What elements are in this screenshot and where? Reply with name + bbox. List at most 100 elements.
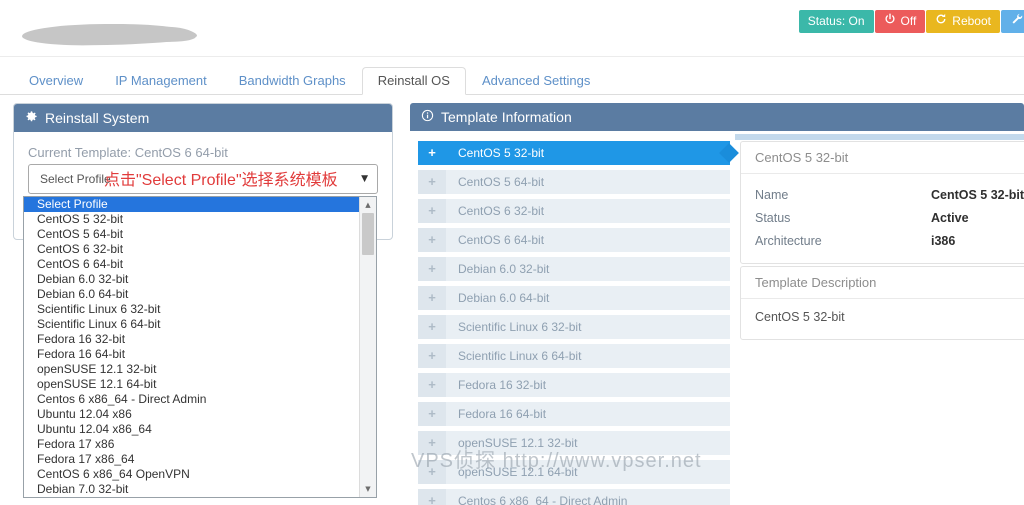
template-list-item[interactable]: + Debian 6.0 32-bit	[418, 257, 730, 281]
scroll-down-icon[interactable]: ▼	[360, 482, 376, 496]
tab[interactable]: Reinstall OS	[362, 67, 466, 95]
template-info-header: Template Information	[410, 103, 1024, 131]
template-list-item-label: Scientific Linux 6 64-bit	[446, 344, 730, 368]
reinstall-system-header: Reinstall System	[14, 104, 392, 132]
dropdown-option[interactable]: Centos 6 x86_64 - Direct Admin	[24, 392, 359, 407]
dropdown-option[interactable]: Fedora 17 x86_64	[24, 452, 359, 467]
power-off-button[interactable]: Off	[875, 10, 926, 33]
wrench-icon	[1011, 10, 1023, 33]
dropdown-option[interactable]: Scientific Linux 6 64-bit	[24, 317, 359, 332]
template-list-item-label: CentOS 5 32-bit	[446, 141, 730, 165]
status-on-button[interactable]: Status: On	[799, 10, 874, 33]
detail-row: Name CentOS 5 32-bit	[755, 183, 1024, 206]
dropdown-option-label: CentOS 5 32-bit	[37, 212, 123, 226]
template-details-card: CentOS 5 32-bit Name CentOS 5 32-bit Sta…	[740, 141, 1024, 264]
dropdown-option[interactable]: Select Profile	[24, 197, 359, 212]
status-on-label: Status: On	[808, 10, 865, 33]
plus-icon: +	[418, 402, 446, 426]
plus-icon: +	[418, 373, 446, 397]
template-list-item-label: openSUSE 12.1 32-bit	[446, 431, 730, 455]
plus-icon: +	[418, 141, 446, 165]
dropdown-option-label: CentOS 6 x86_64 OpenVPN	[37, 467, 190, 481]
detail-label: Architecture	[755, 234, 931, 248]
template-list-item-label: Centos 6 x86_64 - Direct Admin	[446, 489, 730, 505]
scrollbar-thumb[interactable]	[362, 213, 374, 255]
template-list-item-label: Fedora 16 32-bit	[446, 373, 730, 397]
template-list-item[interactable]: + openSUSE 12.1 64-bit	[418, 460, 730, 484]
template-list-item-label: CentOS 5 64-bit	[446, 170, 730, 194]
dropdown-scrollbar[interactable]: ▲ ▼	[359, 197, 376, 497]
template-description-title: Template Description	[741, 267, 1024, 299]
reboot-button[interactable]: Reboot	[926, 10, 1000, 33]
dropdown-option[interactable]: CentOS 6 64-bit	[24, 257, 359, 272]
gears-icon	[25, 104, 38, 132]
dropdown-option[interactable]: Fedora 17 x86	[24, 437, 359, 452]
tab[interactable]: Advanced Settings	[466, 67, 606, 95]
dropdown-option[interactable]: Ubuntu 12.04 x86_64	[24, 422, 359, 437]
tab-label: Bandwidth Graphs	[239, 73, 346, 88]
dropdown-option[interactable]: Fedora 16 32-bit	[24, 332, 359, 347]
dropdown-option-label: Ubuntu 12.04 x86	[37, 407, 132, 421]
template-list-item[interactable]: + CentOS 6 32-bit	[418, 199, 730, 223]
template-list-item[interactable]: + CentOS 5 64-bit	[418, 170, 730, 194]
template-list-item[interactable]: + CentOS 6 64-bit	[418, 228, 730, 252]
tab-label: Reinstall OS	[378, 73, 450, 88]
dropdown-option[interactable]: CentOS 5 64-bit	[24, 227, 359, 242]
dropdown-option-label: Fedora 17 x86	[37, 437, 114, 451]
dropdown-option[interactable]: CentOS 6 32-bit	[24, 242, 359, 257]
dropdown-option[interactable]: Debian 6.0 64-bit	[24, 287, 359, 302]
dropdown-option[interactable]: openSUSE 12.1 64-bit	[24, 377, 359, 392]
template-list-item[interactable]: + CentOS 5 32-bit	[418, 141, 730, 165]
dropdown-option[interactable]: CentOS 6 x86_64 OpenVPN	[24, 467, 359, 482]
template-details-body: Name CentOS 5 32-bit Status Active Archi…	[741, 174, 1024, 263]
dropdown-option[interactable]: openSUSE 12.1 32-bit	[24, 362, 359, 377]
dropdown-option[interactable]: Scientific Linux 6 32-bit	[24, 302, 359, 317]
dropdown-option[interactable]: Debian 6.0 32-bit	[24, 272, 359, 287]
plus-icon: +	[418, 199, 446, 223]
detail-row: Status Active	[755, 206, 1024, 229]
template-list-item[interactable]: + Centos 6 x86_64 - Direct Admin	[418, 489, 730, 505]
profile-select-value: Select Profile	[40, 172, 111, 186]
template-list-item-label: openSUSE 12.1 64-bit	[446, 460, 730, 484]
top-bar: Status: On Off Reboot	[0, 0, 1024, 57]
scroll-up-icon[interactable]: ▲	[360, 198, 376, 212]
detail-value: Active	[931, 211, 969, 225]
reboot-label: Reboot	[952, 10, 991, 33]
dropdown-option-label: Scientific Linux 6 32-bit	[37, 302, 160, 316]
plus-icon: +	[418, 286, 446, 310]
dropdown-option-label: Ubuntu 12.04 x86_64	[37, 422, 152, 436]
tab-label: Overview	[29, 73, 83, 88]
template-info-panel-header-wrap: Template Information	[410, 103, 1024, 131]
dropdown-option-label: Scientific Linux 6 64-bit	[37, 317, 160, 331]
detail-value: i386	[931, 234, 955, 248]
template-list-item[interactable]: + Fedora 16 64-bit	[418, 402, 730, 426]
redacted-logo-tail	[150, 26, 196, 43]
template-list-item[interactable]: + Scientific Linux 6 64-bit	[418, 344, 730, 368]
info-icon	[421, 103, 434, 131]
dropdown-option-label: Debian 6.0 64-bit	[37, 287, 128, 301]
reboot-icon	[935, 10, 947, 33]
dropdown-option[interactable]: Debian 7.0 32-bit	[24, 482, 359, 497]
template-list-item[interactable]: + Debian 6.0 64-bit	[418, 286, 730, 310]
template-list-item-label: Fedora 16 64-bit	[446, 402, 730, 426]
template-list-item[interactable]: + Scientific Linux 6 32-bit	[418, 315, 730, 339]
detail-row: Architecture i386	[755, 229, 1024, 252]
dropdown-option[interactable]: Fedora 16 64-bit	[24, 347, 359, 362]
template-list-item[interactable]: + openSUSE 12.1 32-bit	[418, 431, 730, 455]
plus-icon: +	[418, 460, 446, 484]
dropdown-option[interactable]: Ubuntu 12.04 x86	[24, 407, 359, 422]
template-list-item-label: CentOS 6 64-bit	[446, 228, 730, 252]
power-icon	[884, 10, 896, 33]
chevron-down-icon: ▼	[361, 165, 368, 193]
red-annotation-text: 点击"Select Profile"选择系统模板	[104, 166, 338, 190]
plus-icon: +	[418, 315, 446, 339]
power-off-label: Off	[901, 10, 917, 33]
tab-label: IP Management	[115, 73, 207, 88]
dropdown-option-label: Select Profile	[37, 197, 108, 211]
template-list-item[interactable]: + Fedora 16 32-bit	[418, 373, 730, 397]
tools-button[interactable]	[1001, 10, 1024, 33]
tab[interactable]: Bandwidth Graphs	[223, 67, 362, 95]
dropdown-option[interactable]: CentOS 5 32-bit	[24, 212, 359, 227]
tab[interactable]: IP Management	[99, 67, 223, 95]
tab[interactable]: Overview	[13, 67, 99, 95]
